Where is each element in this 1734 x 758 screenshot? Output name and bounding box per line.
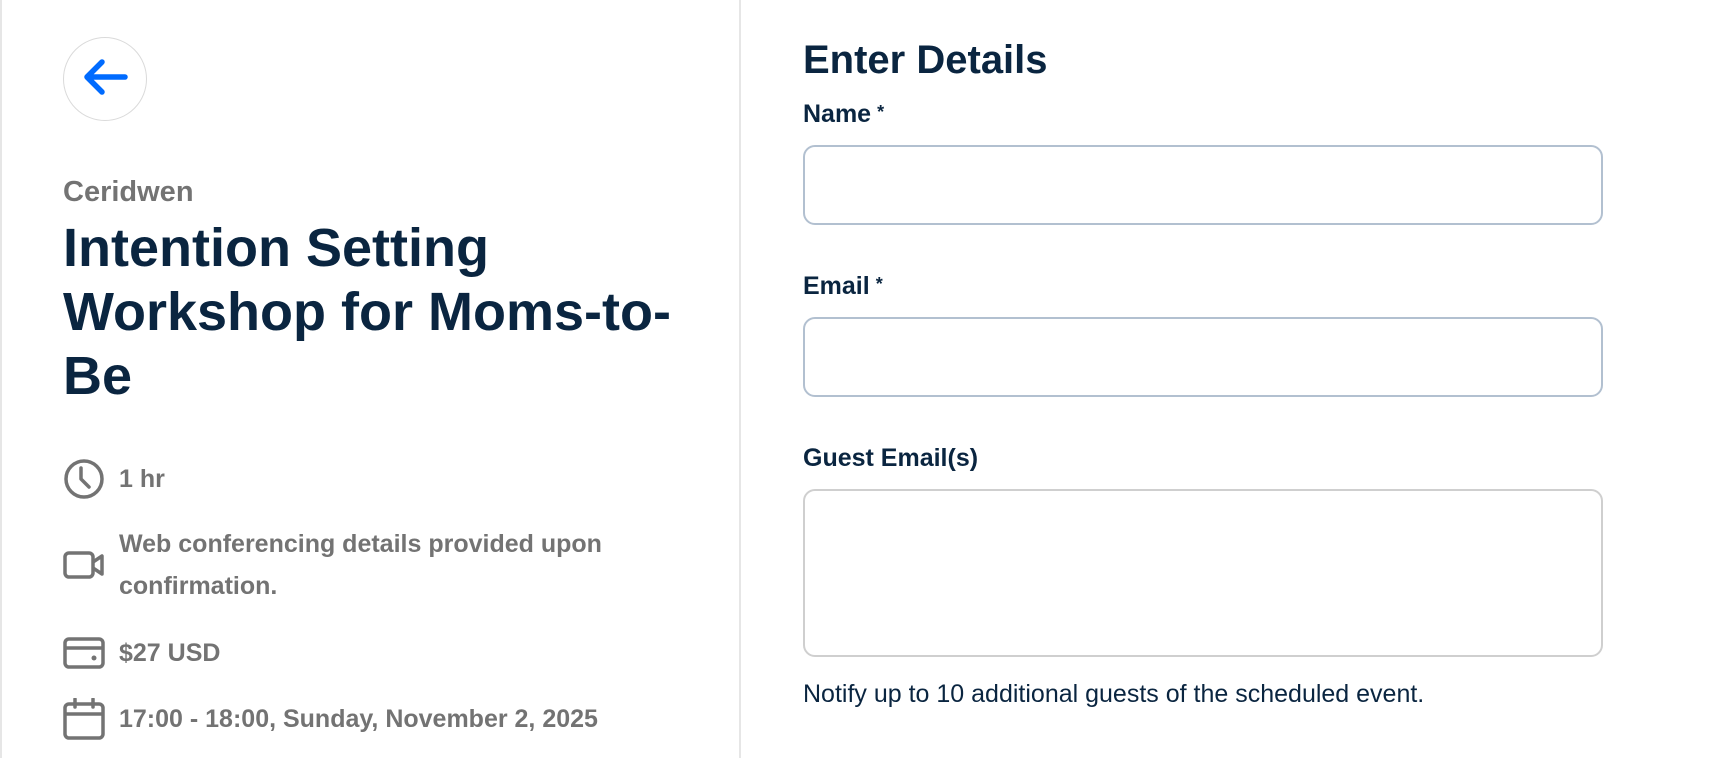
event-location: Web conferencing details provided upon c… [63,523,659,607]
email-label-text: Email [803,272,870,300]
organizer-name: Ceridwen [63,176,194,208]
email-input[interactable] [803,317,1603,397]
guest-emails-label: Guest Email(s) [803,444,979,472]
booking-page: Ceridwen Intention Setting Workshop for … [0,0,1734,758]
name-label-text: Name [803,100,872,128]
credit-card-icon [63,632,105,674]
email-label: Email * [803,272,883,301]
event-price: $27 USD [63,632,659,674]
calendar-icon [63,698,105,740]
event-info-panel: Ceridwen Intention Setting Workshop for … [0,0,741,758]
name-input[interactable] [803,145,1603,225]
location-text: Web conferencing details provided upon c… [119,530,602,600]
form-title: Enter Details [803,38,1048,82]
name-label: Name * [803,100,884,129]
clock-icon [63,458,105,500]
duration-text: 1 hr [119,465,165,493]
price-text: $27 USD [119,639,221,667]
arrow-left-icon [82,57,128,102]
required-marker: * [875,274,883,294]
details-form: Enter Details Name * Email * Guest Email(s… [803,0,1703,758]
required-marker: * [877,102,885,122]
event-datetime: 17:00 - 18:00, Sunday, November 2, 2025 [63,698,659,740]
guest-emails-input[interactable] [803,489,1603,657]
guest-emails-help: Notify up to 10 additional guests of the… [803,680,1425,708]
event-duration: 1 hr [63,458,659,500]
back-button[interactable] [63,37,147,121]
datetime-text: 17:00 - 18:00, Sunday, November 2, 2025 [119,705,598,733]
event-title: Intention Setting Workshop for Moms-to-B… [63,218,671,406]
video-camera-icon [63,544,105,586]
